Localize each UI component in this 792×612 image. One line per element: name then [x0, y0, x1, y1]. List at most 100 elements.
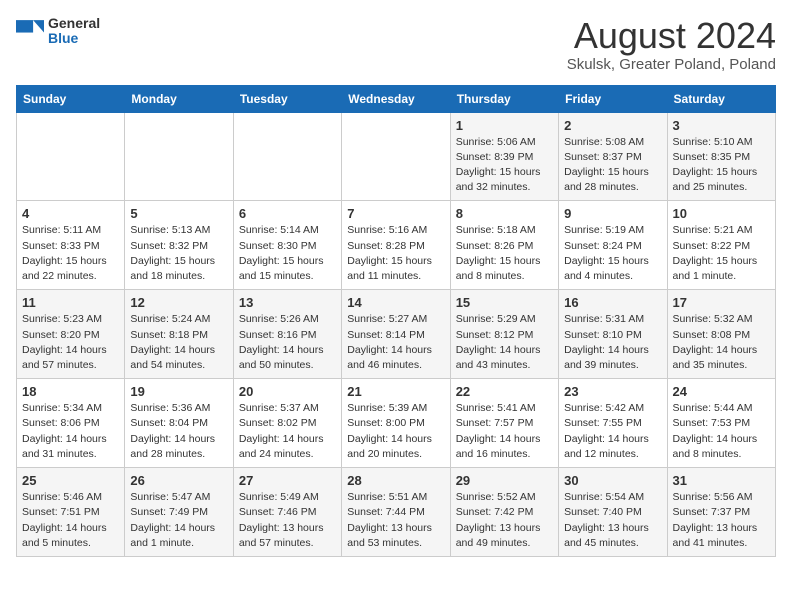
calendar-cell: 27Sunrise: 5:49 AM Sunset: 7:46 PM Dayli… [233, 468, 341, 557]
day-number: 18 [22, 384, 119, 399]
day-info: Sunrise: 5:29 AM Sunset: 8:12 PM Dayligh… [456, 313, 541, 371]
day-info: Sunrise: 5:32 AM Sunset: 8:08 PM Dayligh… [673, 313, 758, 371]
header-friday: Friday [559, 85, 667, 112]
day-number: 17 [673, 295, 770, 310]
day-info: Sunrise: 5:44 AM Sunset: 7:53 PM Dayligh… [673, 402, 758, 460]
header-sunday: Sunday [17, 85, 125, 112]
header-wednesday: Wednesday [342, 85, 450, 112]
calendar-week-5: 25 Sunrise: 5:46 AM Sunset: 7:51 PM Dayli… [17, 468, 776, 557]
calendar-week-4: 18 Sunrise: 5:34 AM Sunset: 8:06 PM Dayli… [17, 379, 776, 468]
day-number: 13 [239, 295, 336, 310]
day-info: Sunrise: 5:47 AM Sunset: 7:49 PM Dayligh… [130, 491, 215, 549]
day-number: 23 [564, 384, 661, 399]
day-info: Sunrise: 5:31 AM Sunset: 8:10 PM Dayligh… [564, 313, 649, 371]
calendar-cell: 10Sunrise: 5:21 AM Sunset: 8:22 PM Dayli… [667, 201, 775, 290]
logo-text: General Blue [48, 16, 100, 47]
day-number: 12 [130, 295, 227, 310]
calendar-cell: 13 Sunrise: 5:26 AM Sunset: 8:16 PM Dayli… [233, 290, 341, 379]
day-info: Sunrise: 5:19 AM Sunset: 8:24 PM Dayligh… [564, 224, 649, 282]
page-header: General Blue August 2024 Skulsk, Greater… [16, 16, 776, 73]
subtitle: Skulsk, Greater Poland, Poland [567, 56, 776, 73]
calendar-cell: 19 Sunrise: 5:36 AM Sunset: 8:04 PM Dayli… [125, 379, 233, 468]
day-number: 14 [347, 295, 444, 310]
calendar-week-1: 1 Sunrise: 5:06 AM Sunset: 8:39 PM Daylig… [17, 112, 776, 201]
day-number: 15 [456, 295, 553, 310]
calendar-cell: 8Sunrise: 5:18 AM Sunset: 8:26 PM Daylig… [450, 201, 558, 290]
header-monday: Monday [125, 85, 233, 112]
calendar-cell: 21Sunrise: 5:39 AM Sunset: 8:00 PM Dayli… [342, 379, 450, 468]
day-info: Sunrise: 5:06 AM Sunset: 8:39 PM Dayligh… [456, 136, 541, 194]
day-number: 11 [22, 295, 119, 310]
main-title: August 2024 [567, 16, 776, 56]
day-info: Sunrise: 5:56 AM Sunset: 7:37 PM Dayligh… [673, 491, 758, 549]
header-thursday: Thursday [450, 85, 558, 112]
day-info: Sunrise: 5:23 AM Sunset: 8:20 PM Dayligh… [22, 313, 107, 371]
calendar-cell: 28Sunrise: 5:51 AM Sunset: 7:44 PM Dayli… [342, 468, 450, 557]
logo-general: General [48, 16, 100, 31]
calendar-cell [125, 112, 233, 201]
day-info: Sunrise: 5:41 AM Sunset: 7:57 PM Dayligh… [456, 402, 541, 460]
day-number: 1 [456, 118, 553, 133]
calendar-cell: 3 Sunrise: 5:10 AM Sunset: 8:35 PM Daylig… [667, 112, 775, 201]
day-number: 19 [130, 384, 227, 399]
day-info: Sunrise: 5:27 AM Sunset: 8:14 PM Dayligh… [347, 313, 432, 371]
calendar-cell: 9Sunrise: 5:19 AM Sunset: 8:24 PM Daylig… [559, 201, 667, 290]
calendar-cell: 23Sunrise: 5:42 AM Sunset: 7:55 PM Dayli… [559, 379, 667, 468]
day-number: 29 [456, 473, 553, 488]
day-number: 3 [673, 118, 770, 133]
calendar-cell [233, 112, 341, 201]
day-number: 16 [564, 295, 661, 310]
calendar-cell: 7Sunrise: 5:16 AM Sunset: 8:28 PM Daylig… [342, 201, 450, 290]
day-info: Sunrise: 5:10 AM Sunset: 8:35 PM Dayligh… [673, 136, 758, 194]
calendar-cell: 1 Sunrise: 5:06 AM Sunset: 8:39 PM Daylig… [450, 112, 558, 201]
day-number: 8 [456, 206, 553, 221]
day-info: Sunrise: 5:39 AM Sunset: 8:00 PM Dayligh… [347, 402, 432, 460]
day-info: Sunrise: 5:36 AM Sunset: 8:04 PM Dayligh… [130, 402, 215, 460]
day-info: Sunrise: 5:54 AM Sunset: 7:40 PM Dayligh… [564, 491, 649, 549]
calendar-cell: 20Sunrise: 5:37 AM Sunset: 8:02 PM Dayli… [233, 379, 341, 468]
day-info: Sunrise: 5:16 AM Sunset: 8:28 PM Dayligh… [347, 224, 432, 282]
calendar-cell: 25 Sunrise: 5:46 AM Sunset: 7:51 PM Dayli… [17, 468, 125, 557]
day-number: 20 [239, 384, 336, 399]
calendar-cell: 2Sunrise: 5:08 AM Sunset: 8:37 PM Daylig… [559, 112, 667, 201]
calendar-week-3: 11 Sunrise: 5:23 AM Sunset: 8:20 PM Dayli… [17, 290, 776, 379]
day-number: 25 [22, 473, 119, 488]
calendar-cell: 5Sunrise: 5:13 AM Sunset: 8:32 PM Daylig… [125, 201, 233, 290]
day-number: 26 [130, 473, 227, 488]
calendar-cell: 29 Sunrise: 5:52 AM Sunset: 7:42 PM Dayli… [450, 468, 558, 557]
calendar-cell: 12 Sunrise: 5:24 AM Sunset: 8:18 PM Dayli… [125, 290, 233, 379]
calendar-cell: 6 Sunrise: 5:14 AM Sunset: 8:30 PM Daylig… [233, 201, 341, 290]
day-number: 30 [564, 473, 661, 488]
calendar-cell: 30 Sunrise: 5:54 AM Sunset: 7:40 PM Dayli… [559, 468, 667, 557]
day-info: Sunrise: 5:46 AM Sunset: 7:51 PM Dayligh… [22, 491, 107, 549]
day-info: Sunrise: 5:34 AM Sunset: 8:06 PM Dayligh… [22, 402, 107, 460]
logo-icon [16, 17, 44, 45]
header-tuesday: Tuesday [233, 85, 341, 112]
calendar-cell: 4Sunrise: 5:11 AM Sunset: 8:33 PM Daylig… [17, 201, 125, 290]
day-info: Sunrise: 5:14 AM Sunset: 8:30 PM Dayligh… [239, 224, 324, 282]
calendar-week-2: 4Sunrise: 5:11 AM Sunset: 8:33 PM Daylig… [17, 201, 776, 290]
day-number: 31 [673, 473, 770, 488]
logo: General Blue [16, 16, 100, 47]
calendar-cell: 16 Sunrise: 5:31 AM Sunset: 8:10 PM Dayli… [559, 290, 667, 379]
day-info: Sunrise: 5:08 AM Sunset: 8:37 PM Dayligh… [564, 136, 649, 194]
calendar-cell [342, 112, 450, 201]
day-number: 22 [456, 384, 553, 399]
calendar-cell [17, 112, 125, 201]
calendar-header-row: SundayMondayTuesdayWednesdayThursdayFrid… [17, 85, 776, 112]
calendar-cell: 22 Sunrise: 5:41 AM Sunset: 7:57 PM Dayli… [450, 379, 558, 468]
calendar-cell: 18 Sunrise: 5:34 AM Sunset: 8:06 PM Dayli… [17, 379, 125, 468]
day-info: Sunrise: 5:52 AM Sunset: 7:42 PM Dayligh… [456, 491, 541, 549]
day-number: 6 [239, 206, 336, 221]
calendar-cell: 26 Sunrise: 5:47 AM Sunset: 7:49 PM Dayli… [125, 468, 233, 557]
day-number: 10 [673, 206, 770, 221]
calendar-cell: 31 Sunrise: 5:56 AM Sunset: 7:37 PM Dayli… [667, 468, 775, 557]
day-info: Sunrise: 5:26 AM Sunset: 8:16 PM Dayligh… [239, 313, 324, 371]
calendar-cell: 14 Sunrise: 5:27 AM Sunset: 8:14 PM Dayli… [342, 290, 450, 379]
day-info: Sunrise: 5:24 AM Sunset: 8:18 PM Dayligh… [130, 313, 215, 371]
day-number: 5 [130, 206, 227, 221]
day-number: 28 [347, 473, 444, 488]
calendar-cell: 11 Sunrise: 5:23 AM Sunset: 8:20 PM Dayli… [17, 290, 125, 379]
day-info: Sunrise: 5:49 AM Sunset: 7:46 PM Dayligh… [239, 491, 324, 549]
logo-blue: Blue [48, 31, 100, 46]
